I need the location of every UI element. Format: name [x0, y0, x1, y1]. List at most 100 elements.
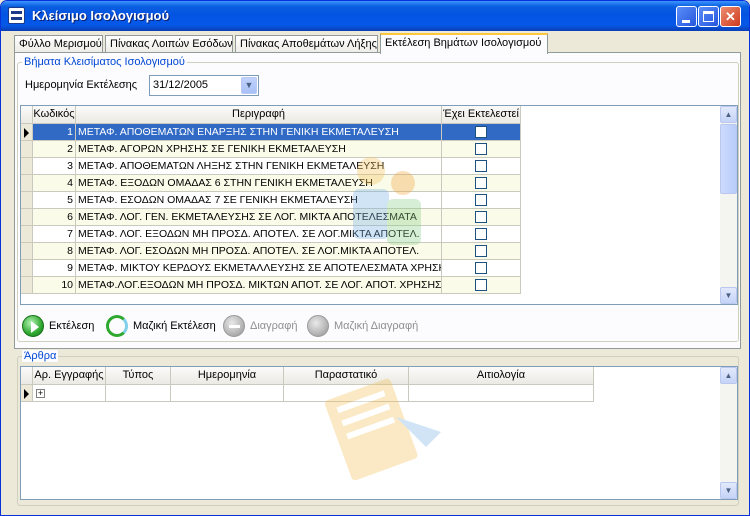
code-cell[interactable]: 5: [33, 192, 76, 209]
table-row[interactable]: 6 ΜΕΤΑΦ. ΛΟΓ. ΓΕΝ. ΕΚΜΕΤΑΛΕΥΣΗΣ ΣΕ ΛΟΓ. Μ…: [21, 209, 521, 226]
articles-grid[interactable]: Αρ. Εγγραφής Τύπος Ημερομηνία Παραστατικ…: [20, 366, 738, 500]
bulk-execute-label: Μαζική Εκτέλεση: [133, 320, 216, 332]
column-header-date[interactable]: Ημερομηνία: [171, 367, 284, 385]
tab-other-income[interactable]: Πίνακας Λοιπών Εσόδων: [105, 35, 233, 53]
table-row[interactable]: 1 ΜΕΤΑΦ. ΑΠΟΘΕΜΑΤΩΝ ΕΝΑΡΞΗΣ ΣΤΗΝ ΓΕΝΙΚΗ Ε…: [21, 124, 521, 141]
chevron-down-icon: ▼: [724, 291, 733, 300]
executed-checkbox[interactable]: [475, 160, 487, 172]
bulk-delete-button[interactable]: Μαζική Διαγραφή: [305, 312, 418, 340]
scroll-down-button[interactable]: ▼: [720, 287, 737, 304]
scroll-thumb[interactable]: [720, 124, 737, 194]
executed-cell: [442, 175, 521, 192]
articles-group-title: Άρθρα: [22, 350, 59, 362]
executed-checkbox[interactable]: [475, 262, 487, 274]
row-indicator: [21, 192, 33, 209]
executed-checkbox[interactable]: [475, 126, 487, 138]
steps-toolbar: Εκτέλεση Μαζική Εκτέλεση Διαγραφή Μαζική…: [20, 312, 738, 340]
chevron-down-icon: ▼: [724, 486, 733, 495]
table-row[interactable]: 9 ΜΕΤΑΦ. ΜΙΚΤΟΥ ΚΕΡΔΟΥΣ ΕΚΜΕΤΑΛΛΕΥΣΗΣ ΣΕ …: [21, 260, 521, 277]
table-row[interactable]: 4 ΜΕΤΑΦ. ΕΞΟΔΩΝ ΟΜΑΔΑΣ 6 ΣΤΗΝ ΓΕΝΙΚΗ ΕΚΜΕ…: [21, 175, 521, 192]
row-indicator: [21, 175, 33, 192]
scroll-down-button[interactable]: ▼: [720, 482, 737, 499]
minimize-icon: [682, 20, 690, 23]
table-row[interactable]: 3 ΜΕΤΑΦ. ΑΠΟΘΕΜΑΤΩΝ ΛΗΞΗΣ ΣΤΗΝ ΓΕΝΙΚΗ ΕΚΜ…: [21, 158, 521, 175]
table-row[interactable]: 10 ΜΕΤΑΦ.ΛΟΓ.ΕΞΟΔΩΝ ΜΗ ΠΡΟΣΔ. ΜΙΚΤΩΝ ΑΠΟΤ…: [21, 277, 521, 294]
row-header-corner: [21, 106, 33, 124]
column-header-type[interactable]: Τύπος: [106, 367, 171, 385]
table-row[interactable]: 7 ΜΕΤΑΦ. ΛΟΓ. ΕΞΟΔΩΝ ΜΗ ΠΡΟΣΔ. ΑΠΟΤΕΛ. ΣΕ…: [21, 226, 521, 243]
column-header-entry-no[interactable]: Αρ. Εγγραφής: [33, 367, 106, 385]
tab-closing-inventory[interactable]: Πίνακας Αποθεμάτων Λήξης: [235, 35, 378, 53]
executed-cell: [442, 192, 521, 209]
code-cell[interactable]: 8: [33, 243, 76, 260]
disabled-circle-icon: [307, 315, 329, 337]
scroll-up-button[interactable]: ▲: [720, 367, 737, 384]
execute-button[interactable]: Εκτέλεση: [20, 312, 100, 340]
scroll-up-button[interactable]: ▲: [720, 106, 737, 123]
articles-vertical-scrollbar[interactable]: ▲ ▼: [720, 367, 737, 499]
title-bar[interactable]: Κλείσιμο Ισολογισμού ✕: [1, 1, 749, 31]
maximize-button[interactable]: [698, 6, 719, 27]
code-cell[interactable]: 2: [33, 141, 76, 158]
executed-checkbox[interactable]: [475, 194, 487, 206]
table-row[interactable]: 5 ΜΕΤΑΦ. ΕΣΟΔΩΝ ΟΜΑΔΑΣ 7 ΣΕ ΓΕΝΙΚΗ ΕΚΜΕΤΑ…: [21, 192, 521, 209]
table-row[interactable]: 2 ΜΕΤΑΦ. ΑΓΟΡΩΝ ΧΡΗΣΗΣ ΣΕ ΓΕΝΙΚΗ ΕΚΜΕΤΑΛΕ…: [21, 141, 521, 158]
chevron-up-icon: ▲: [724, 110, 733, 119]
description-cell[interactable]: ΜΕΤΑΦ. ΑΠΟΘΕΜΑΤΩΝ ΕΝΑΡΞΗΣ ΣΤΗΝ ΓΕΝΙΚΗ ΕΚ…: [76, 124, 442, 141]
type-cell[interactable]: [106, 385, 171, 402]
bulk-execute-button[interactable]: Μαζική Εκτέλεση: [104, 312, 216, 340]
main-window: Κλείσιμο Ισολογισμού ✕ Φύλλο Μερισμού Πί…: [0, 0, 750, 516]
executed-cell: [442, 226, 521, 243]
execution-date-value: 31/12/2005: [153, 79, 209, 91]
code-cell[interactable]: 1: [33, 124, 76, 141]
row-indicator: [21, 158, 33, 175]
date-dropdown-button[interactable]: ▼: [241, 77, 257, 94]
execution-date-combo[interactable]: 31/12/2005 ▼: [149, 75, 259, 96]
close-icon: ✕: [725, 9, 736, 24]
executed-checkbox[interactable]: [475, 177, 487, 189]
tab-execute-steps[interactable]: Εκτέλεση Βημάτων Ισολογισμού: [380, 33, 548, 54]
executed-cell: [442, 277, 521, 294]
column-header-executed[interactable]: Έχει Εκτελεστεί: [442, 106, 521, 124]
code-cell[interactable]: 4: [33, 175, 76, 192]
column-header-description[interactable]: Περιγραφή: [76, 106, 442, 124]
window-title: Κλείσιμο Ισολογισμού: [32, 8, 170, 23]
steps-group-title: Βήματα Κλεισίματος Ισολογισμού: [22, 56, 187, 68]
row-indicator: [21, 260, 33, 277]
watermark-people-graphic: [353, 157, 421, 245]
date-cell[interactable]: [171, 385, 284, 402]
code-cell[interactable]: 9: [33, 260, 76, 277]
row-indicator: [21, 277, 33, 294]
table-row[interactable]: 8 ΜΕΤΑΦ. ΛΟΓ. ΕΣΟΔΩΝ ΜΗ ΠΡΟΣΔ. ΑΠΟΤΕΛ. ΣΕ…: [21, 243, 521, 260]
executed-checkbox[interactable]: [475, 279, 487, 291]
play-icon: [22, 315, 44, 337]
delete-button[interactable]: Διαγραφή: [221, 312, 301, 340]
code-cell[interactable]: 3: [33, 158, 76, 175]
entry-no-cell[interactable]: +: [33, 385, 106, 402]
executed-cell: [442, 124, 521, 141]
delete-label: Διαγραφή: [250, 320, 298, 332]
steps-vertical-scrollbar[interactable]: ▲ ▼: [720, 106, 737, 304]
close-button[interactable]: ✕: [720, 6, 741, 27]
app-icon[interactable]: [8, 7, 25, 24]
row-indicator: [21, 385, 33, 402]
maximize-icon: [703, 11, 714, 22]
row-indicator: [21, 226, 33, 243]
tab-allocation-sheet[interactable]: Φύλλο Μερισμού: [14, 35, 103, 53]
code-cell[interactable]: 10: [33, 277, 76, 294]
table-row[interactable]: +: [21, 385, 594, 402]
executed-checkbox[interactable]: [475, 228, 487, 240]
watermark-document-graphic: [324, 378, 441, 481]
executed-checkbox[interactable]: [475, 211, 487, 223]
code-cell[interactable]: 6: [33, 209, 76, 226]
description-cell[interactable]: ΜΕΤΑΦ.ΛΟΓ.ΕΞΟΔΩΝ ΜΗ ΠΡΟΣΔ. ΜΙΚΤΩΝ ΑΠΟΤ. …: [76, 277, 442, 294]
executed-checkbox[interactable]: [475, 245, 487, 257]
code-cell[interactable]: 7: [33, 226, 76, 243]
description-cell[interactable]: ΜΕΤΑΦ. ΜΙΚΤΟΥ ΚΕΡΔΟΥΣ ΕΚΜΕΤΑΛΛΕΥΣΗΣ ΣΕ Α…: [76, 260, 442, 277]
minimize-button[interactable]: [676, 6, 697, 27]
execution-date-label: Ημερομηνία Εκτέλεσης: [25, 79, 138, 91]
executed-checkbox[interactable]: [475, 143, 487, 155]
column-header-code[interactable]: Κωδικός: [33, 106, 76, 124]
executed-cell: [442, 141, 521, 158]
expand-icon[interactable]: +: [36, 389, 45, 398]
